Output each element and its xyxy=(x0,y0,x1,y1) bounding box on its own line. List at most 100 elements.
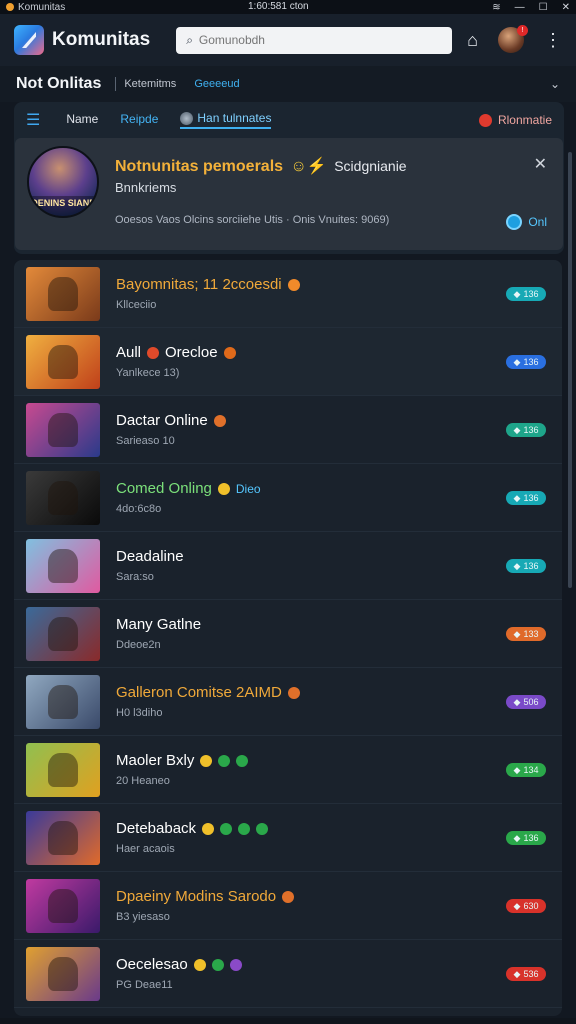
tab-reipde[interactable]: Reipde xyxy=(120,112,158,128)
player-count-badge[interactable]: ◆ 136 xyxy=(506,287,546,301)
page-title: Not Onlitas xyxy=(16,75,102,92)
notice-title-suffix: Scidgnianie xyxy=(334,158,407,174)
game-meta: Galleron Comitse 2AIMD H0 l3diho xyxy=(116,684,300,719)
game-subtitle: H0 l3diho xyxy=(116,707,163,719)
breadcrumb[interactable]: Ketemitms xyxy=(124,78,176,90)
game-subtitle: Yanlkece 13) xyxy=(116,367,180,379)
player-count-badge[interactable]: ◆ 506 xyxy=(506,695,546,709)
notification-badge: ! xyxy=(517,25,528,36)
more-vertical-icon[interactable]: ⋮ xyxy=(544,31,562,49)
game-title: Comed Onling Dieo xyxy=(116,480,261,497)
coin-icon xyxy=(229,958,242,971)
app-logo-icon xyxy=(14,25,44,55)
game-title: Detebaback xyxy=(116,820,269,837)
game-row[interactable]: Galleron Comitse 2AIMD H0 l3diho ◆ 506 xyxy=(14,668,562,736)
game-title: Galleron Comitse 2AIMD xyxy=(116,684,300,701)
game-row[interactable]: Oecelesao PG Deae11 ◆ 536 xyxy=(14,940,562,1008)
game-subtitle: 4do:6c8o xyxy=(116,503,162,515)
coin-icon xyxy=(223,346,236,359)
game-meta: Maoler Bxly 20 Heaneo xyxy=(116,752,249,787)
online-status[interactable]: Onl xyxy=(506,214,547,230)
search-bar[interactable]: ⌕ xyxy=(176,26,453,54)
search-input[interactable] xyxy=(198,33,419,47)
tab-bar: ☰ Name Reipde Han tulnnates Rlonmatie xyxy=(14,102,564,138)
game-row[interactable]: Bayomnitas; 11 2ccoesdi Kllceciio ◆ 136 xyxy=(14,260,562,328)
subheader: Not Onlitas Ketemitms Geeeeud ⌄ xyxy=(0,66,576,102)
player-count-badge[interactable]: ◆ 136 xyxy=(506,355,546,369)
game-meta: Aull Orecloe Yanlkece 13) xyxy=(116,344,236,379)
game-subtitle: Ddeoe2n xyxy=(116,639,161,651)
player-count-badge[interactable]: ◆ 136 xyxy=(506,559,546,573)
game-title: Dactar Online xyxy=(116,412,226,429)
maximize-icon[interactable]: ☐ xyxy=(539,2,548,13)
game-title-text: Detebaback xyxy=(116,820,197,837)
coin-icon xyxy=(282,890,295,903)
diamond-icon: ◆ xyxy=(513,356,521,367)
notice-title: Notnunitas pemoerals ☺⚡ Scidgnianie xyxy=(115,156,407,176)
game-row[interactable]: Maoler Bxly 20 Heaneo ◆ 134 xyxy=(14,736,562,804)
player-count-badge[interactable]: ◆ 136 xyxy=(506,423,546,437)
player-count-badge[interactable]: ◆ 134 xyxy=(506,763,546,777)
game-row[interactable]: Dactar Online Sarieaso 10 ◆ 136 xyxy=(14,396,562,464)
diamond-icon: ◆ xyxy=(513,832,521,843)
game-row[interactable]: Aull Orecloe Yanlkece 13) ◆ 136 xyxy=(14,328,562,396)
scrollbar[interactable] xyxy=(568,152,572,588)
coin-icon xyxy=(213,414,226,427)
game-title-text: Maoler Bxly xyxy=(116,752,195,769)
player-count: 506 xyxy=(523,697,539,707)
player-count-badge[interactable]: ◆ 136 xyxy=(506,831,546,845)
game-row[interactable]: Many Gatlne Ddeoe2n ◆ 133 xyxy=(14,600,562,668)
game-row[interactable]: Dpaeiny Modins Sarodo B3 yiesaso ◆ 630 xyxy=(14,872,562,940)
breadcrumb-link[interactable]: Geeeeud xyxy=(194,78,239,90)
game-meta: Comed Onling Dieo 4do:6c8o xyxy=(116,480,261,515)
close-window-icon[interactable]: ✕ xyxy=(562,2,570,13)
player-count-badge[interactable]: ◆ 136 xyxy=(506,491,546,505)
player-count-badge[interactable]: ◆ 536 xyxy=(506,967,546,981)
menu-icon[interactable]: ☰ xyxy=(26,110,40,130)
game-row[interactable]: Detebaback Haer acaois ◆ 136 xyxy=(14,804,562,872)
game-subtitle: Sara:so xyxy=(116,571,154,583)
coin-icon xyxy=(256,822,269,835)
game-thumbnail xyxy=(26,878,100,933)
player-count: 136 xyxy=(523,289,539,299)
tab-active[interactable]: Han tulnnates xyxy=(180,111,272,129)
tab-name[interactable]: Name xyxy=(66,112,98,128)
game-row[interactable]: Deadaline Sara:so ◆ 136 xyxy=(14,532,562,600)
game-title-text: Oecelesao xyxy=(116,956,188,973)
tab-right[interactable]: Rlonmatie xyxy=(478,113,552,127)
game-title: Dpaeiny Modins Sarodo xyxy=(116,888,295,905)
game-thumbnail xyxy=(26,470,100,525)
player-count: 136 xyxy=(523,833,539,843)
game-row[interactable]: Comed Onling Dieo 4do:6c8o ◆ 136 xyxy=(14,464,562,532)
minimize-icon[interactable]: — xyxy=(515,2,525,13)
game-meta: Deadaline Sara:so xyxy=(116,548,184,583)
coin-icon xyxy=(238,822,251,835)
game-meta: Bayomnitas; 11 2ccoesdi Kllceciio xyxy=(116,276,300,311)
notice-thumbnail: OENINS SIANE xyxy=(27,146,99,218)
diamond-icon: ◆ xyxy=(513,968,521,979)
user-avatar[interactable]: ! xyxy=(498,25,528,53)
player-count: 134 xyxy=(523,765,539,775)
game-title-text: Many Gatlne xyxy=(116,616,202,633)
tab-active-label: Han tulnnates xyxy=(197,111,272,125)
game-title: Many Gatlne xyxy=(116,616,201,633)
coin-icon xyxy=(200,754,213,767)
game-subtitle: Sarieaso 10 xyxy=(116,435,175,447)
diamond-icon: ◆ xyxy=(513,424,521,435)
coin-icon xyxy=(147,346,160,359)
game-meta: Dpaeiny Modins Sarodo B3 yiesaso xyxy=(116,888,295,923)
notice-detail: Ooesos Vaos Olcins sorciiehe Utis · Onis… xyxy=(115,214,390,226)
wifi-icon: ≋ xyxy=(492,1,501,13)
game-title: Maoler Bxly xyxy=(116,752,249,769)
home-icon[interactable]: ⌂ xyxy=(467,31,478,49)
smile-icon: ☺⚡ xyxy=(290,158,327,175)
player-count: 136 xyxy=(523,493,539,503)
player-count-badge[interactable]: ◆ 133 xyxy=(506,627,546,641)
coin-icon xyxy=(193,958,206,971)
notification-card[interactable]: OENINS SIANE Notnunitas pemoerals ☺⚡ Sci… xyxy=(15,138,563,250)
collapse-icon[interactable]: ⌄ xyxy=(550,77,560,91)
player-count-badge[interactable]: ◆ 630 xyxy=(506,899,546,913)
notice-thumbnail-text: OENINS SIANE xyxy=(29,196,97,216)
coin-icon xyxy=(287,278,300,291)
close-icon[interactable]: ✕ xyxy=(534,154,547,174)
